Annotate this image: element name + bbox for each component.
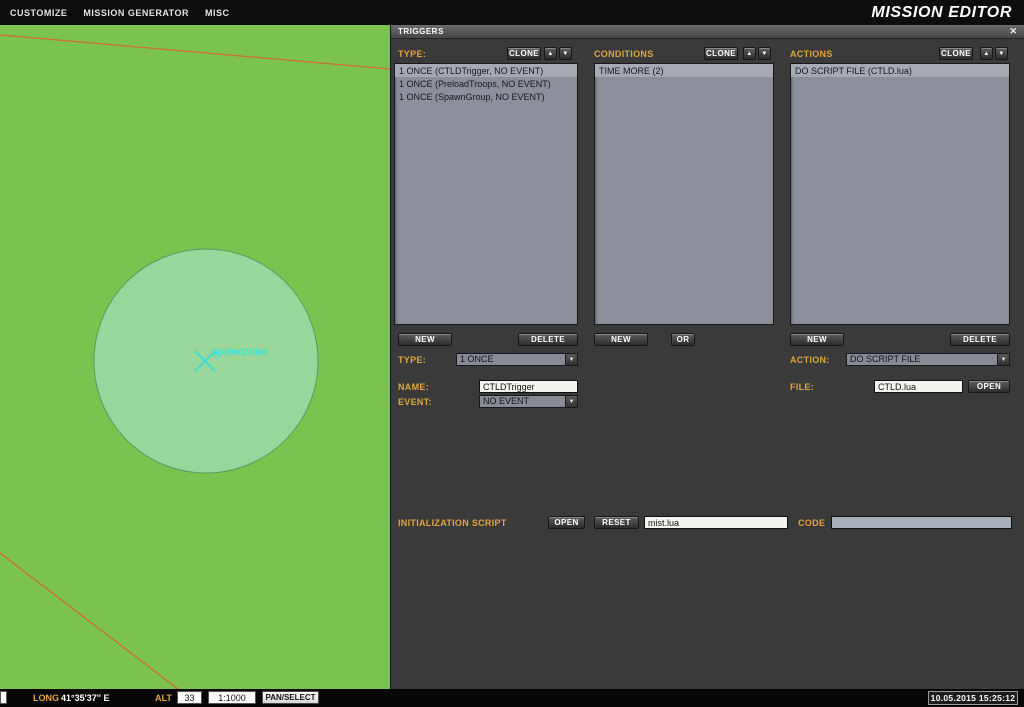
- action-file-input[interactable]: [874, 380, 963, 393]
- condition-move-down-icon[interactable]: ▼: [758, 47, 771, 60]
- delete-action-button[interactable]: DELETE: [950, 333, 1010, 346]
- clone-trigger-button[interactable]: CLONE: [507, 47, 541, 60]
- action-list-item[interactable]: DO SCRIPT FILE (CTLD.lua): [791, 64, 1009, 77]
- trigger-list-item[interactable]: 1 ONCE (PreloadTroops, NO EVENT): [395, 77, 577, 90]
- trigger-event-select[interactable]: NO EVENT ▼: [479, 395, 578, 408]
- menu-customize[interactable]: CUSTOMIZE: [2, 8, 75, 18]
- trigger-type-select[interactable]: 1 ONCE ▼: [456, 353, 578, 366]
- chevron-down-icon[interactable]: ▼: [565, 354, 577, 365]
- action-type-label: ACTION:: [790, 355, 830, 365]
- statusbar: LONG 41°35'37'' E ALT PAN/SELECT 10.05.2…: [0, 689, 1024, 707]
- app-title: MISSION EDITOR: [871, 4, 1012, 22]
- action-move-down-icon[interactable]: ▼: [995, 47, 1008, 60]
- clone-condition-button[interactable]: CLONE: [704, 47, 738, 60]
- delete-trigger-button[interactable]: DELETE: [518, 333, 578, 346]
- triggers-panel: TRIGGERS ✕ TYPE: CLONE ▲ ▼ CONDITIONS CL…: [390, 25, 1024, 689]
- zone-label: spawnzone: [212, 346, 268, 358]
- pan-select-mode-button[interactable]: PAN/SELECT: [262, 691, 319, 704]
- conditions-list[interactable]: TIME MORE (2): [594, 63, 774, 325]
- map-route-line-top: [0, 35, 390, 69]
- close-icon[interactable]: ✕: [1009, 27, 1017, 36]
- init-script-file-input[interactable]: [644, 516, 788, 529]
- datetime-display: 10.05.2015 15:25:12: [928, 691, 1018, 705]
- actions-column-header: ACTIONS: [790, 49, 833, 59]
- action-file-label: FILE:: [790, 382, 814, 392]
- trigger-event-label: EVENT:: [398, 397, 432, 407]
- trigger-event-value: NO EVENT: [480, 396, 565, 407]
- open-file-button[interactable]: OPEN: [968, 380, 1010, 393]
- panel-title: TRIGGERS: [398, 27, 444, 36]
- action-type-select[interactable]: DO SCRIPT FILE ▼: [846, 353, 1010, 366]
- trigger-type-label: TYPE:: [398, 355, 426, 365]
- init-script-open-button[interactable]: OPEN: [548, 516, 585, 529]
- longitude-label: LONG: [33, 693, 59, 703]
- chevron-down-icon[interactable]: ▼: [565, 396, 577, 407]
- trigger-move-down-icon[interactable]: ▼: [559, 47, 572, 60]
- map-scale-input[interactable]: [208, 691, 256, 704]
- menubar: CUSTOMIZE MISSION GENERATOR MISC MISSION…: [0, 0, 1024, 25]
- action-move-up-icon[interactable]: ▲: [980, 47, 993, 60]
- clipped-coordinate-field[interactable]: [0, 691, 7, 704]
- altitude-input[interactable]: [177, 691, 202, 704]
- actions-list[interactable]: DO SCRIPT FILE (CTLD.lua): [790, 63, 1010, 325]
- panel-titlebar[interactable]: TRIGGERS ✕: [391, 25, 1024, 39]
- condition-move-up-icon[interactable]: ▲: [743, 47, 756, 60]
- trigger-list-item[interactable]: 1 ONCE (CTLDTrigger, NO EVENT): [395, 64, 577, 77]
- or-condition-button[interactable]: OR: [671, 333, 695, 346]
- action-type-value: DO SCRIPT FILE: [847, 354, 997, 365]
- trigger-move-up-icon[interactable]: ▲: [544, 47, 557, 60]
- trigger-name-input[interactable]: [479, 380, 578, 393]
- altitude-label: ALT: [155, 693, 172, 703]
- chevron-down-icon[interactable]: ▼: [997, 354, 1009, 365]
- menu-mission-generator[interactable]: MISSION GENERATOR: [75, 8, 197, 18]
- init-script-code-field[interactable]: [831, 516, 1012, 529]
- clone-action-button[interactable]: CLONE: [939, 47, 973, 60]
- longitude-value: 41°35'37'' E: [61, 693, 110, 703]
- type-column-header: TYPE:: [398, 49, 426, 59]
- mission-editor-screen: CUSTOMIZE MISSION GENERATOR MISC MISSION…: [0, 0, 1024, 707]
- menu-misc[interactable]: MISC: [197, 8, 238, 18]
- conditions-column-header: CONDITIONS: [594, 49, 654, 59]
- map-canvas[interactable]: spawnzone: [0, 25, 390, 689]
- init-script-code-label: CODE: [798, 518, 825, 528]
- init-script-label: INITIALIZATION SCRIPT: [398, 518, 507, 528]
- init-script-reset-button[interactable]: RESET: [594, 516, 639, 529]
- map-svg: spawnzone: [0, 25, 390, 689]
- trigger-list-item[interactable]: 1 ONCE (SpawnGroup, NO EVENT): [395, 90, 577, 103]
- new-action-button[interactable]: NEW: [790, 333, 844, 346]
- condition-list-item[interactable]: TIME MORE (2): [595, 64, 773, 77]
- new-trigger-button[interactable]: NEW: [398, 333, 452, 346]
- trigger-type-value: 1 ONCE: [457, 354, 565, 365]
- new-condition-button[interactable]: NEW: [594, 333, 648, 346]
- map-route-line-bottom: [0, 553, 178, 689]
- trigger-name-label: NAME:: [398, 382, 429, 392]
- triggers-list[interactable]: 1 ONCE (CTLDTrigger, NO EVENT) 1 ONCE (P…: [394, 63, 578, 325]
